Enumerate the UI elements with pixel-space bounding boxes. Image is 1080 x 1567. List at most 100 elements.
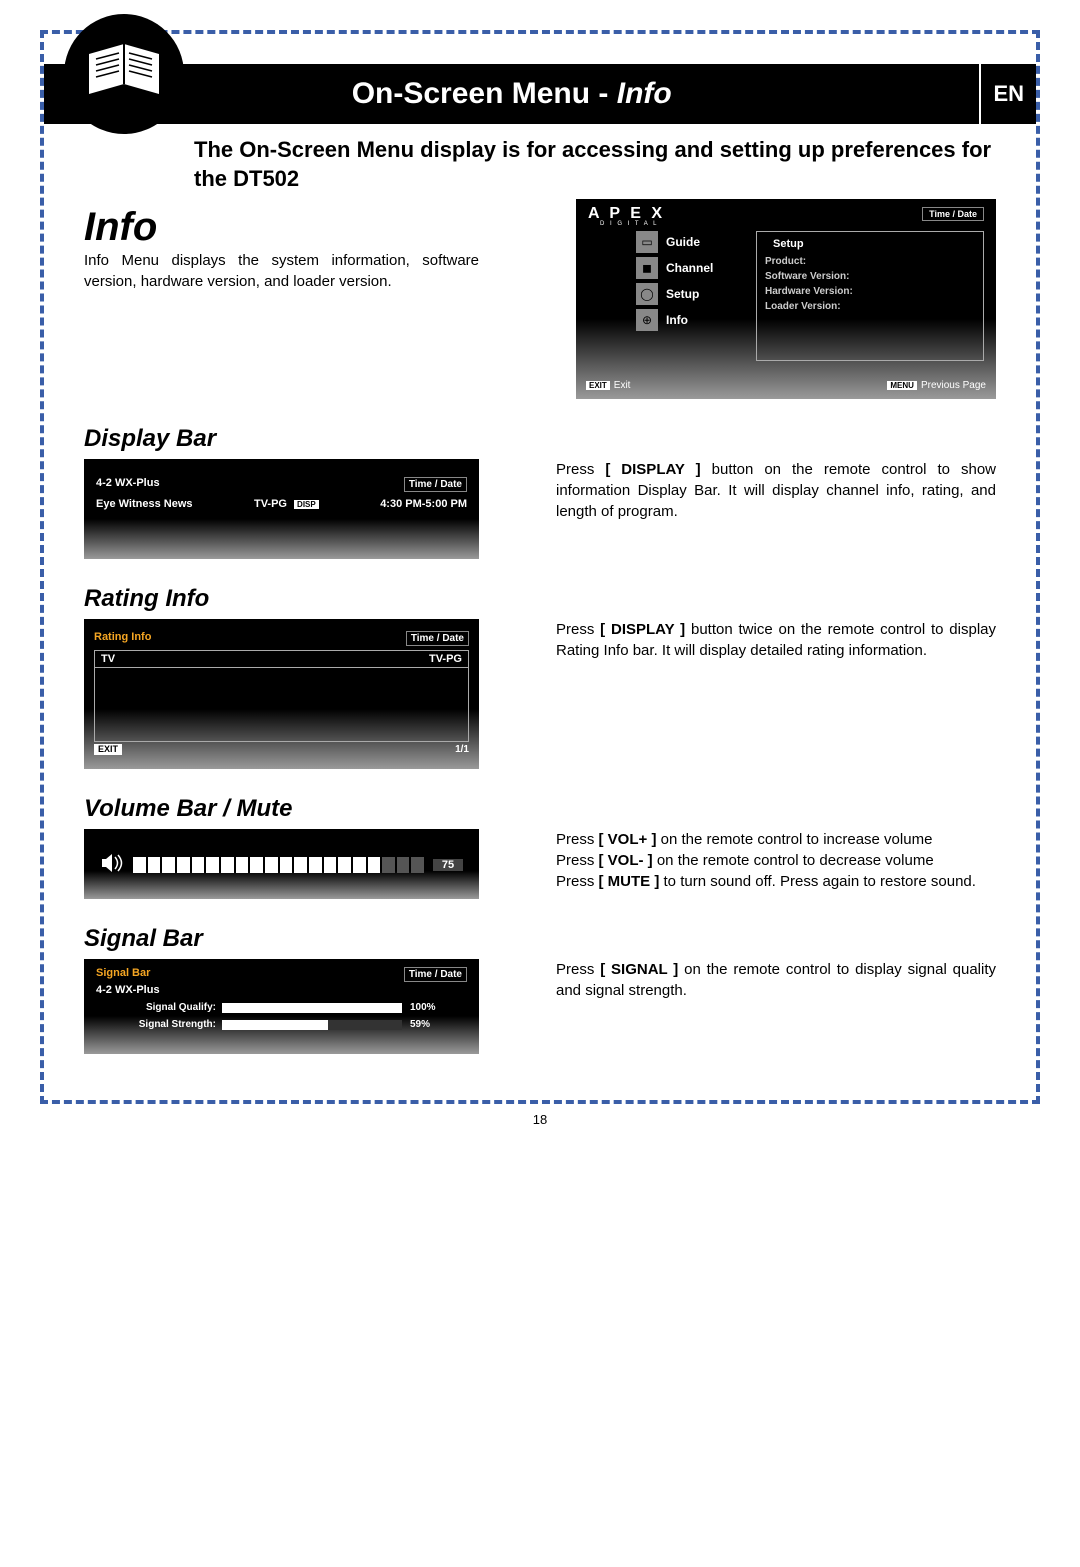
volume-segment: [368, 857, 381, 873]
time-date-label: Time / Date: [406, 631, 469, 646]
menu-label: Channel: [666, 261, 713, 275]
label-software: Software Version:: [765, 271, 975, 282]
button-name: [ MUTE ]: [599, 873, 660, 890]
volume-value: 75: [433, 859, 463, 871]
menu-label: Info: [666, 313, 688, 327]
text: Press: [556, 961, 600, 978]
exit-chip: EXIT: [94, 744, 122, 755]
display-bar-heading: Display Bar: [84, 425, 996, 453]
display-bar-text: Press [ DISPLAY ] button on the remote c…: [556, 459, 996, 522]
setup-screenshot: A P E X D I G I T A L Time / Date ▭Guide…: [576, 199, 996, 399]
label-hardware: Hardware Version:: [765, 286, 975, 297]
volume-segment: [148, 857, 161, 873]
signal-screenshot: Signal Bar Time / Date 4-2 WX-Plus Signa…: [84, 959, 479, 1054]
rating-info-heading: Rating Info: [84, 585, 996, 613]
rating-info-section: Rating Info Rating Info Time / Date TV T…: [44, 585, 1036, 769]
volume-segment: [411, 857, 424, 873]
header-bar: On-Screen Menu - Info EN: [44, 64, 1036, 124]
rating-info-text: Press [ DISPLAY ] button twice on the re…: [556, 619, 996, 661]
signal-heading: Signal Bar: [84, 925, 996, 953]
text: to turn sound off. Press again to restor…: [659, 873, 976, 890]
circle-icon: ◯: [636, 283, 658, 305]
setup-footer: EXITExit MENUPrevious Page: [586, 380, 986, 391]
rating-left: TV: [101, 653, 115, 665]
setup-tab: Setup: [765, 236, 812, 252]
quality-pct: 100%: [410, 1002, 436, 1013]
volume-segment: [221, 857, 234, 873]
volume-segment: [280, 857, 293, 873]
volume-segment: [309, 857, 322, 873]
button-name: [ DISPLAY ]: [600, 621, 685, 638]
quality-bar: [222, 1003, 402, 1013]
info-text: Info Menu displays the system informatio…: [84, 250, 479, 292]
channel-label: 4-2 WX-Plus: [96, 477, 160, 492]
time-date-label: Time / Date: [922, 207, 984, 221]
disp-chip: DISP: [294, 500, 319, 509]
menu-guide: ▭ Guide: [636, 231, 751, 253]
rating-value: TV-PG: [254, 498, 287, 510]
strength-pct: 59%: [410, 1019, 430, 1030]
signal-text: Press [ SIGNAL ] on the remote control t…: [556, 959, 996, 1001]
volume-segment: [192, 857, 205, 873]
volume-segment: [236, 857, 249, 873]
square-icon: ◼: [636, 257, 658, 279]
text: Press: [556, 831, 599, 848]
volume-segment: [353, 857, 366, 873]
text: Press: [556, 873, 599, 890]
signal-section: Signal Bar Signal Bar Time / Date 4-2 WX…: [44, 925, 1036, 1054]
volume-segment: [265, 857, 278, 873]
volume-heading: Volume Bar / Mute: [84, 795, 996, 823]
exit-key: EXIT: [586, 381, 610, 390]
label-loader: Loader Version:: [765, 301, 975, 312]
time-date-label: Time / Date: [404, 967, 467, 982]
volume-segment: [250, 857, 263, 873]
text: Press: [556, 852, 599, 869]
button-name: [ SIGNAL ]: [600, 961, 678, 978]
subtitle: The On-Screen Menu display is for access…: [194, 136, 996, 193]
signal-channel: 4-2 WX-Plus: [96, 984, 467, 996]
text: Press: [556, 621, 600, 638]
brand-sub: D I G I T A L: [600, 221, 658, 227]
button-name: [ DISPLAY ]: [605, 461, 700, 478]
page-title: On-Screen Menu - Info: [44, 77, 979, 111]
page-number: 18: [40, 1112, 1040, 1127]
exit-label: Exit: [614, 380, 631, 391]
menu-label: Guide: [666, 235, 700, 249]
speaker-icon: [100, 853, 124, 876]
time-date-label: Time / Date: [404, 477, 467, 492]
menu-key: MENU: [887, 381, 917, 390]
volume-segment: [397, 857, 410, 873]
page-border: On-Screen Menu - Info EN The On-Screen M…: [40, 30, 1040, 1104]
rating-box: TV TV-PG: [94, 650, 469, 742]
menu-setup: ◯Setup: [636, 283, 751, 305]
title-prefix: On-Screen Menu -: [352, 77, 617, 110]
volume-section: Volume Bar / Mute 75 Press [ VOL+ ] on t…: [44, 795, 1036, 899]
rating-info-screenshot: Rating Info Time / Date TV TV-PG EXIT 1/…: [84, 619, 479, 769]
label-product: Product:: [765, 256, 975, 267]
button-name: [ VOL+ ]: [599, 831, 657, 848]
quality-label: Signal Qualify:: [96, 1002, 222, 1013]
volume-text: Press [ VOL+ ] on the remote control to …: [556, 829, 996, 892]
menu-column: ▭ Guide ◼ Channel ◯Setup ⊕Info: [636, 231, 751, 335]
display-bar-section: Display Bar 4-2 WX-Plus Time / Date Eye …: [44, 425, 1036, 559]
rating-title: Rating Info: [94, 631, 151, 646]
book-icon: [64, 14, 184, 134]
text: on the remote control to increase volume: [656, 831, 932, 848]
title-italic: Info: [617, 77, 672, 110]
menu-info: ⊕Info: [636, 309, 751, 331]
info-heading: Info: [84, 205, 479, 250]
timeslot: 4:30 PM-5:00 PM: [380, 498, 467, 510]
volume-segment: [162, 857, 175, 873]
program-name: Eye Witness News: [96, 498, 193, 510]
volume-segment: [324, 857, 337, 873]
volume-segment: [133, 857, 146, 873]
tv-icon: ▭: [636, 231, 658, 253]
button-name: [ VOL- ]: [599, 852, 653, 869]
signal-title: Signal Bar: [96, 967, 150, 982]
strength-label: Signal Strength:: [96, 1019, 222, 1030]
info-section: Info Info Menu displays the system infor…: [44, 199, 1036, 399]
setup-content-panel: Setup Product: Software Version: Hardwar…: [756, 231, 984, 361]
menu-channel: ◼ Channel: [636, 257, 751, 279]
page-indicator: 1/1: [455, 744, 469, 755]
lang-badge: EN: [979, 64, 1036, 124]
